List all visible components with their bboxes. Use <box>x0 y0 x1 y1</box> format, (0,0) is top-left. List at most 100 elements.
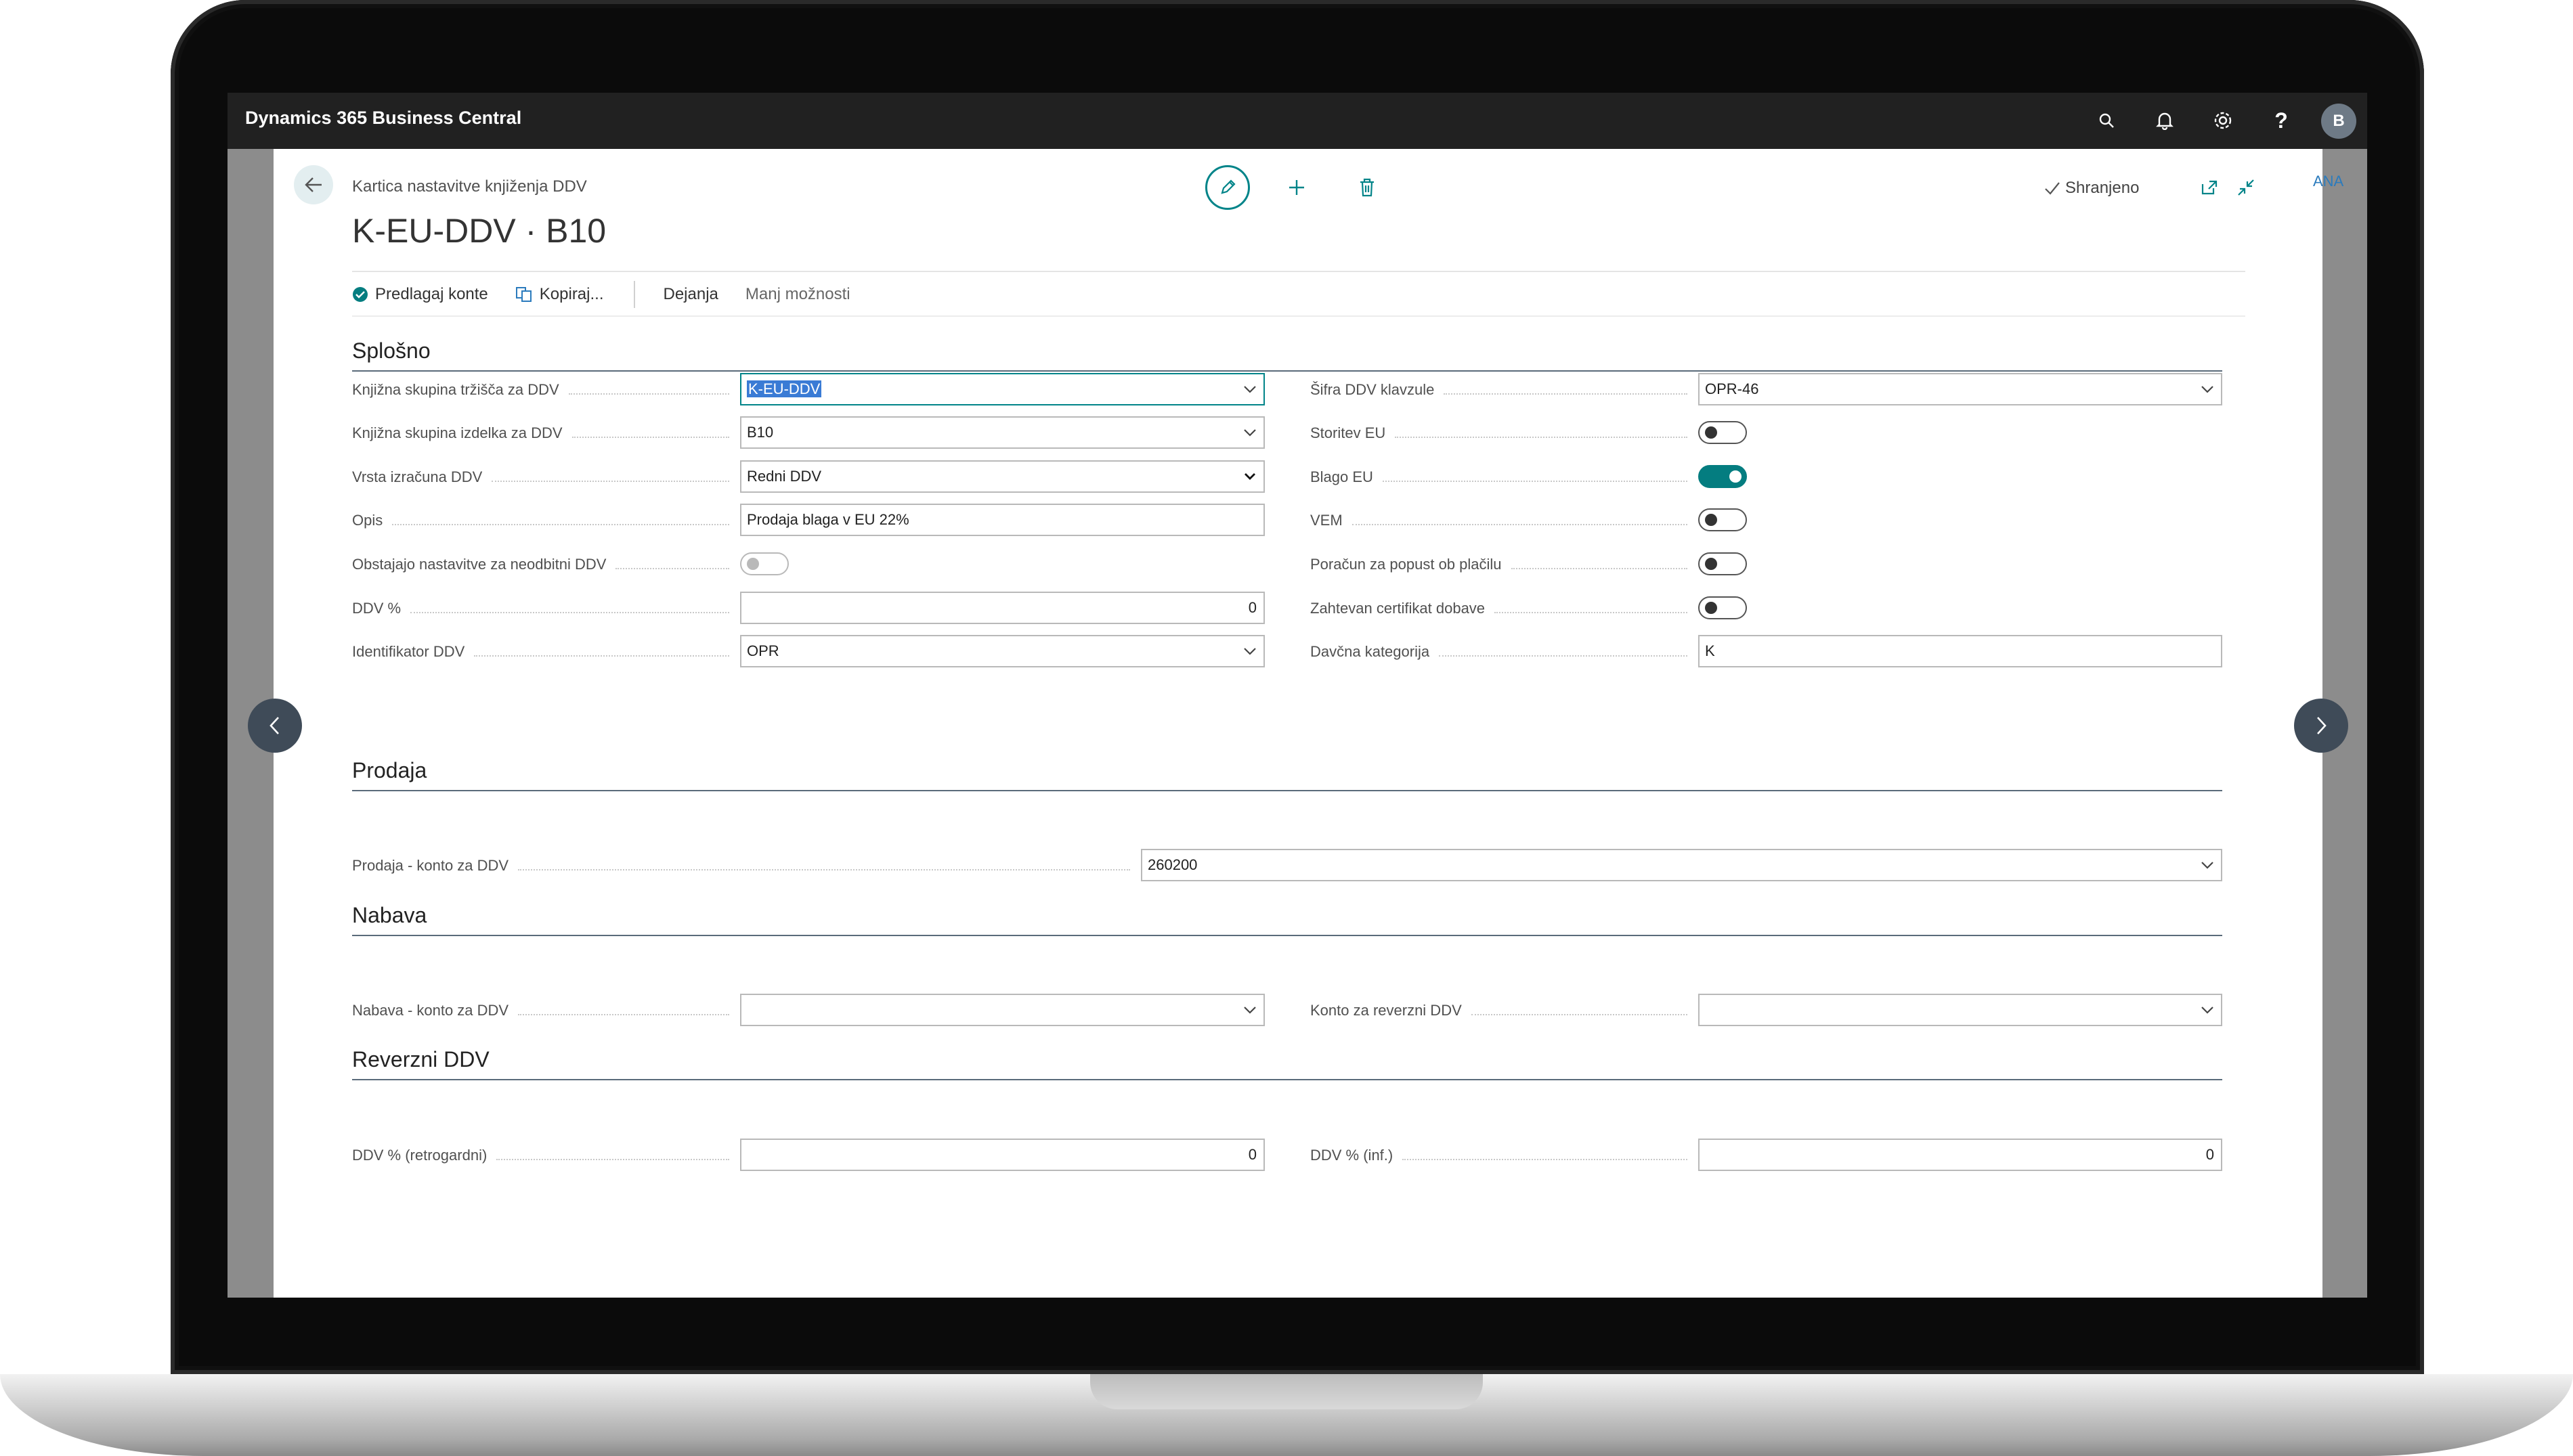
ddv-field[interactable]: 0 <box>740 592 1265 624</box>
edit-button[interactable] <box>1205 165 1250 210</box>
opis-value: Prodaja blaga v EU 22% <box>747 511 909 528</box>
leader-dots <box>474 655 729 657</box>
vem-toggle[interactable] <box>1698 508 1747 531</box>
chevron-down-icon[interactable] <box>1236 462 1263 491</box>
gear-icon[interactable] <box>2207 105 2239 136</box>
ddv-value: 0 <box>1248 599 1257 616</box>
identifikator-ddv-field[interactable]: OPR <box>740 635 1265 667</box>
leader-dots <box>496 1159 729 1160</box>
chevron-down-icon[interactable] <box>2194 850 2221 880</box>
check-icon <box>2045 182 2060 195</box>
knjizna-skupina-trzisca-za-ddv-field[interactable]: K-EU-DDV <box>740 373 1265 405</box>
blago-eu-label: Blago EU <box>1310 468 1373 485</box>
delete-button[interactable] <box>1345 165 1389 210</box>
identifikator-ddv-value: OPR <box>747 642 779 659</box>
leader-dots <box>1439 655 1687 657</box>
knjizna-skupina-trzisca-za-ddv-label: Knjižna skupina tržišča za DDV <box>352 381 559 398</box>
zahtevan-certifikat-dobave-toggle[interactable] <box>1698 596 1747 619</box>
section-rule <box>352 935 2222 936</box>
leader-dots <box>518 1014 729 1015</box>
vem-row: VEM <box>1310 504 2222 537</box>
fewer-options-button[interactable]: Manj možnosti <box>745 285 850 304</box>
vat-retro-label: DDV % (retrogardni) <box>352 1147 488 1164</box>
leader-dots <box>518 869 1130 870</box>
vat-inf-label: DDV % (inf.) <box>1310 1147 1393 1164</box>
poracun-za-popust-ob-placilu-toggle[interactable] <box>1698 552 1747 575</box>
toggle-knob <box>1705 426 1717 439</box>
vat-inf-field[interactable]: 0 <box>1698 1139 2222 1171</box>
avatar[interactable]: B <box>2321 104 2356 139</box>
chevron-down-icon[interactable] <box>1236 374 1263 404</box>
storitev-eu-toggle[interactable] <box>1698 421 1747 444</box>
suggest-accounts-action[interactable]: Predlagaj konte <box>352 285 488 304</box>
actions-menu-label: Dejanja <box>663 285 718 303</box>
reverse-vat-account-label: Konto za reverzni DDV <box>1310 1002 1462 1019</box>
knjizna-skupina-izdelka-za-ddv-row: Knjižna skupina izdelka za DDV B10 <box>352 416 1269 450</box>
fewer-options-label: Manj možnosti <box>745 285 850 303</box>
sales-vat-account-row: Prodaja - konto za DDV 260200 <box>352 849 2222 883</box>
vem-label: VEM <box>1310 512 1343 529</box>
toggle-knob <box>747 558 759 570</box>
saved-status: Shranjeno <box>2044 179 2139 198</box>
chevron-down-icon[interactable] <box>1236 995 1263 1025</box>
chevron-right-icon <box>2317 717 2327 734</box>
section-purchase-title: Nabava <box>352 903 427 927</box>
purchase-vat-account-field[interactable] <box>740 994 1265 1026</box>
sifra-ddv-klavzule-label: Šifra DDV klavzule <box>1310 381 1435 398</box>
vat-posting-setup-card: Kartica nastavitve knjiženja DDV K-EU-DD… <box>274 149 2322 1298</box>
chevron-left-icon <box>269 717 279 734</box>
search-icon[interactable] <box>2091 105 2122 136</box>
section-rule <box>352 1079 2222 1080</box>
knjizna-skupina-izdelka-za-ddv-value: B10 <box>747 424 774 441</box>
chevron-down-icon[interactable] <box>1236 636 1263 666</box>
page-title: K-EU-DDV · B10 <box>352 212 607 250</box>
vat-retro-field[interactable]: 0 <box>740 1139 1265 1171</box>
leader-dots <box>1511 568 1687 569</box>
sifra-ddv-klavzule-row: Šifra DDV klavzule OPR-46 <box>1310 373 2222 407</box>
knjizna-skupina-trzisca-za-ddv-row: Knjižna skupina tržišča za DDV K-EU-DDV <box>352 373 1269 407</box>
blago-eu-toggle[interactable] <box>1698 465 1747 488</box>
ddv-label: DDV % <box>352 600 402 617</box>
actions-menu[interactable]: Dejanja <box>664 285 718 304</box>
next-record-button[interactable] <box>2294 699 2348 753</box>
sifra-ddv-klavzule-field[interactable]: OPR-46 <box>1698 373 2222 405</box>
reverse-vat-account-row: Konto za reverzni DDV <box>1310 994 2222 1028</box>
obstajajo-nastavitve-za-neodbitni-ddv-row: Obstajajo nastavitve za neodbitni DDV <box>352 548 1269 581</box>
previous-record-button[interactable] <box>248 699 302 753</box>
back-button[interactable] <box>294 165 333 204</box>
leader-dots <box>568 393 729 395</box>
section-sales: Prodaja <box>352 756 2222 791</box>
chevron-down-icon[interactable] <box>1236 418 1263 447</box>
laptop-notch <box>1090 1374 1483 1409</box>
leader-dots <box>1471 1014 1687 1015</box>
action-bar: Predlagaj konte Kopiraj... Dejanja Manj … <box>352 281 878 308</box>
knjizna-skupina-izdelka-za-ddv-field[interactable]: B10 <box>740 416 1265 449</box>
check-circle-icon <box>353 287 368 302</box>
help-icon[interactable]: ? <box>2266 105 2297 136</box>
ddv-row: DDV % 0 <box>352 592 1269 625</box>
leader-dots <box>410 612 729 613</box>
zahtevan-certifikat-dobave-row: Zahtevan certifikat dobave <box>1310 592 2222 625</box>
collapse-icon[interactable] <box>2234 176 2257 199</box>
new-button[interactable] <box>1274 165 1319 210</box>
open-new-window-icon[interactable] <box>2198 176 2221 199</box>
chevron-down-icon[interactable] <box>2194 995 2221 1025</box>
davcna-kategorija-field[interactable]: K <box>1698 635 2222 667</box>
bell-icon[interactable] <box>2149 105 2180 136</box>
sales-vat-account-field[interactable]: 260200 <box>1141 849 2222 881</box>
vat-retro-value: 0 <box>1248 1146 1257 1163</box>
opis-field[interactable]: Prodaja blaga v EU 22% <box>740 504 1265 536</box>
vrsta-izracuna-ddv-field[interactable]: Redni DDV <box>740 460 1265 493</box>
side-page-label: ANA <box>2313 173 2344 190</box>
copy-action[interactable]: Kopiraj... <box>515 285 604 304</box>
section-sales-title: Prodaja <box>352 758 427 782</box>
zahtevan-certifikat-dobave-label: Zahtevan certifikat dobave <box>1310 600 1486 617</box>
identifikator-ddv-label: Identifikator DDV <box>352 643 465 660</box>
davcna-kategorija-row: Davčna kategorija K <box>1310 635 2222 669</box>
chevron-down-icon[interactable] <box>2194 374 2221 404</box>
reverse-vat-account-field[interactable] <box>1698 994 2222 1026</box>
purchase-vat-account-label: Nabava - konto za DDV <box>352 1002 509 1019</box>
vrsta-izracuna-ddv-row: Vrsta izračuna DDV Redni DDV <box>352 460 1269 494</box>
obstajajo-nastavitve-za-neodbitni-ddv-toggle <box>740 552 789 575</box>
selected-text: K-EU-DDV <box>747 380 822 397</box>
